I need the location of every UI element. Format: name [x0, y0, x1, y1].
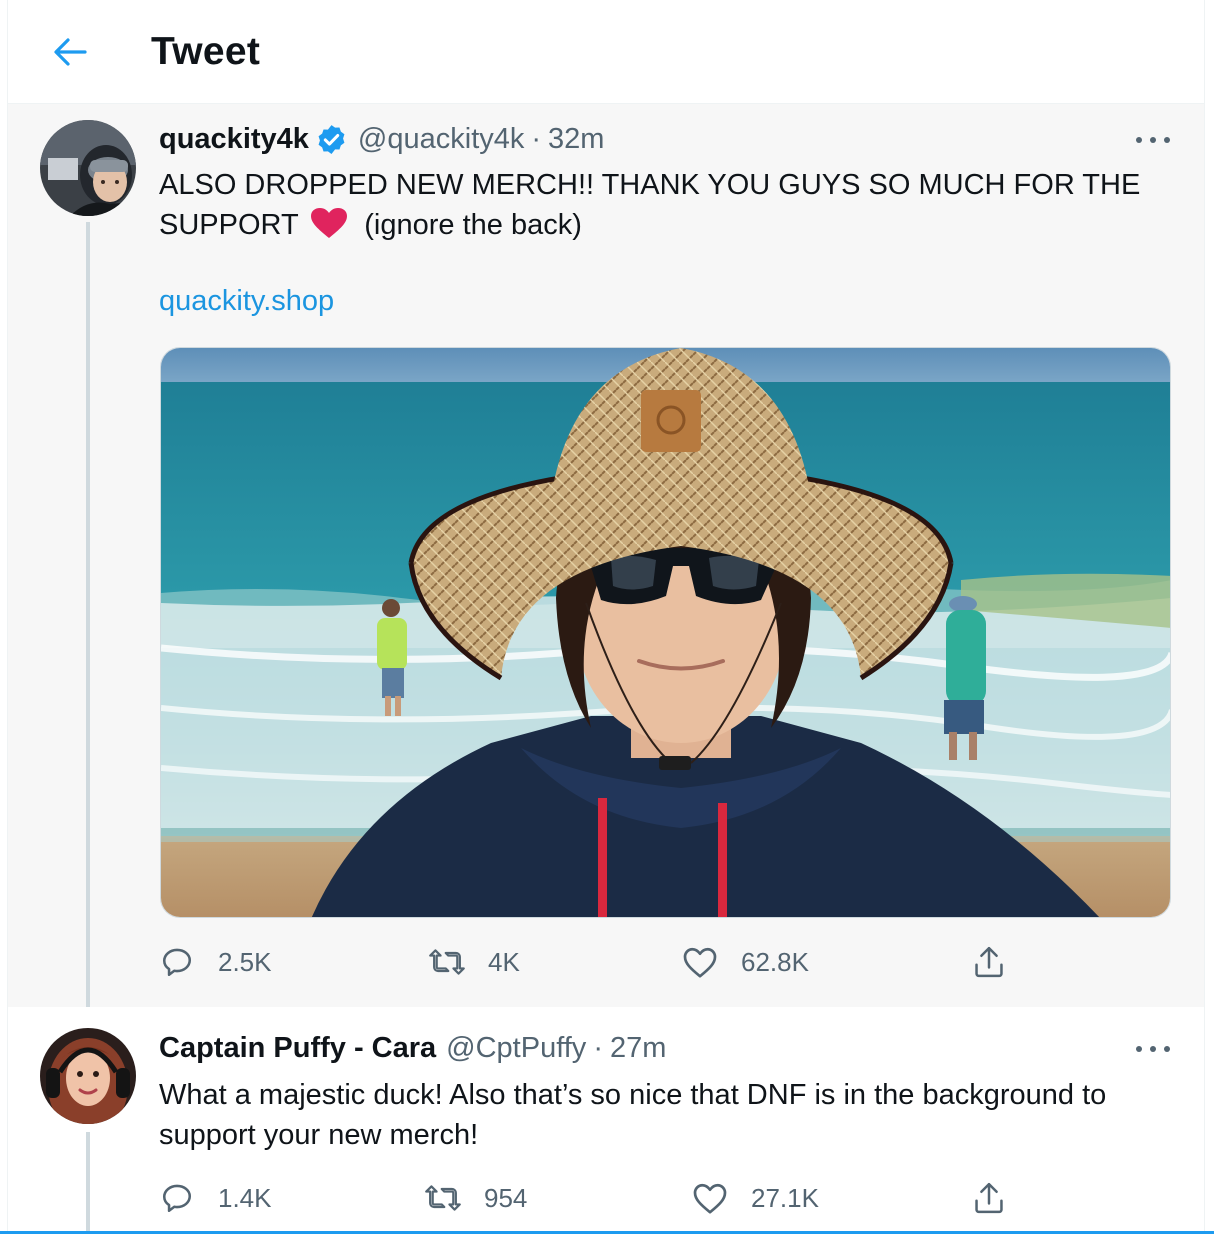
separator: · — [593, 1032, 603, 1064]
handle[interactable]: @CptPuffy — [446, 1032, 586, 1065]
more-dots-icon[interactable] — [1136, 1039, 1170, 1059]
tweet-text-line: ALSO DROPPED NEW MERCH!! THANK YOU GUYS … — [159, 169, 1141, 201]
like-count: 27.1K — [751, 1182, 819, 1213]
tweet-text: What a majestic duck! Also that’s so nic… — [159, 1079, 1107, 1151]
reply-button[interactable]: 2.5K — [159, 942, 272, 982]
page-title: Tweet — [151, 30, 261, 73]
reply-tweet[interactable]: Captain Puffy - Cara @CptPuffy · 27m Wha… — [8, 1007, 1204, 1231]
tweet-page: Tweet quackity4k @quackity4k · 32m ALSO … — [0, 0, 1214, 1234]
tweet-link[interactable]: quackity.shop — [159, 285, 334, 318]
retweet-button[interactable]: 4K — [429, 942, 520, 982]
tweet-actions: 2.5K 4K 62.8K — [159, 942, 1019, 982]
avatar[interactable] — [40, 120, 136, 216]
share-upload-icon — [971, 944, 1007, 980]
tweet-text-fragment: SUPPORT — [159, 209, 299, 241]
tweet-text-fragment: (ignore the back) — [364, 209, 582, 241]
thread-line — [86, 222, 90, 1007]
more-dots-icon[interactable] — [1136, 130, 1170, 150]
heart-outline-icon — [692, 1180, 728, 1216]
beach-photo-image — [161, 348, 1170, 917]
like-button[interactable]: 62.8K — [682, 942, 809, 982]
reply-bubble-icon — [159, 944, 195, 980]
tweet-header: Tweet — [8, 0, 1204, 104]
display-name[interactable]: quackity4k — [159, 123, 309, 156]
tweet-actions: 1.4K 954 27.1K — [159, 1178, 1019, 1218]
retweet-count: 4K — [488, 946, 520, 977]
avatar-image — [40, 1028, 136, 1124]
share-button[interactable] — [971, 942, 1007, 982]
timestamp[interactable]: 32m — [548, 123, 604, 156]
display-name[interactable]: Captain Puffy - Cara — [159, 1032, 436, 1065]
tweet-author-row: quackity4k @quackity4k · 32m — [159, 123, 604, 156]
thread-line — [86, 1132, 90, 1231]
right-column-border — [1204, 0, 1214, 1234]
reply-count: 1.4K — [218, 1182, 272, 1213]
avatar[interactable] — [40, 1028, 136, 1124]
retweet-count: 954 — [484, 1182, 528, 1213]
back-button[interactable] — [48, 30, 92, 74]
arrow-left-icon — [54, 38, 87, 66]
verified-badge-icon — [315, 123, 348, 156]
tweet-text: ALSO DROPPED NEW MERCH!! THANK YOU GUYS … — [159, 165, 1169, 250]
heart-outline-icon — [682, 944, 718, 980]
reply-count: 2.5K — [218, 946, 272, 977]
tweet-photo[interactable] — [160, 347, 1171, 918]
share-button[interactable] — [971, 1178, 1007, 1218]
retweet-button[interactable]: 954 — [425, 1178, 527, 1218]
reply-button[interactable]: 1.4K — [159, 1178, 272, 1218]
share-upload-icon — [971, 1180, 1007, 1216]
handle[interactable]: @quackity4k — [358, 123, 524, 156]
separator: · — [531, 123, 542, 155]
retweet-icon — [425, 1180, 461, 1216]
left-column-border — [0, 0, 8, 1234]
avatar-image — [40, 120, 136, 216]
main-tweet[interactable]: quackity4k @quackity4k · 32m ALSO DROPPE… — [8, 104, 1204, 1007]
red-heart-emoji-icon — [310, 207, 348, 250]
timestamp[interactable]: 27m — [610, 1032, 666, 1065]
retweet-icon — [429, 944, 465, 980]
tweet-text-line: SUPPORT (ignore the back) — [159, 205, 1169, 250]
like-count: 62.8K — [741, 946, 809, 977]
reply-bubble-icon — [159, 1180, 195, 1216]
tweet-author-row: Captain Puffy - Cara @CptPuffy · 27m — [159, 1032, 666, 1065]
like-button[interactable]: 27.1K — [692, 1178, 819, 1218]
